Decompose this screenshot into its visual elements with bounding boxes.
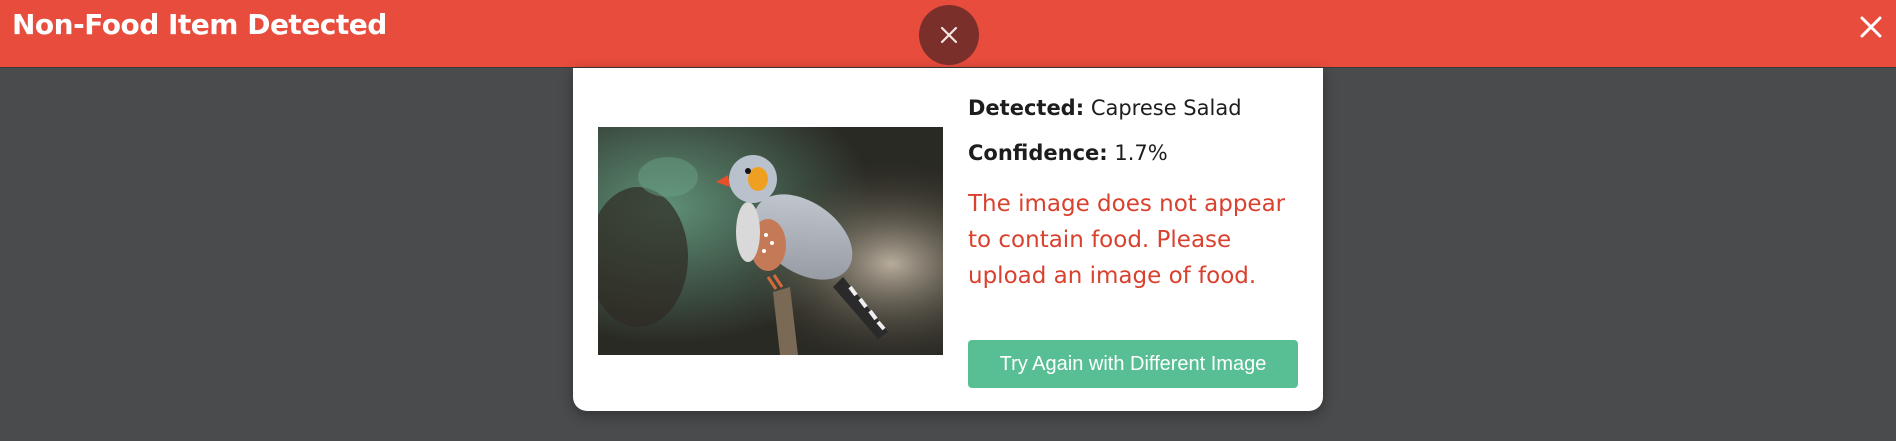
close-icon[interactable] xyxy=(1858,14,1884,40)
error-message: The image does not appear to contain foo… xyxy=(968,191,1286,289)
page-title: Non-Food Item Detected xyxy=(12,8,387,41)
confidence-value: 1.7% xyxy=(1114,141,1168,165)
close-icon xyxy=(940,26,958,44)
overlay-close-button[interactable] xyxy=(919,5,979,65)
detected-label: Detected: xyxy=(968,96,1085,120)
uploaded-image xyxy=(598,127,943,355)
result-info: Detected: Caprese Salad Confidence: 1.7%… xyxy=(968,96,1298,294)
try-again-button[interactable]: Try Again with Different Image xyxy=(968,340,1298,388)
confidence-row: Confidence: 1.7% xyxy=(968,141,1298,165)
confidence-label: Confidence: xyxy=(968,141,1108,165)
detected-value: Caprese Salad xyxy=(1090,96,1242,120)
result-card: Detected: Caprese Salad Confidence: 1.7%… xyxy=(573,68,1323,411)
detected-row: Detected: Caprese Salad xyxy=(968,96,1298,120)
